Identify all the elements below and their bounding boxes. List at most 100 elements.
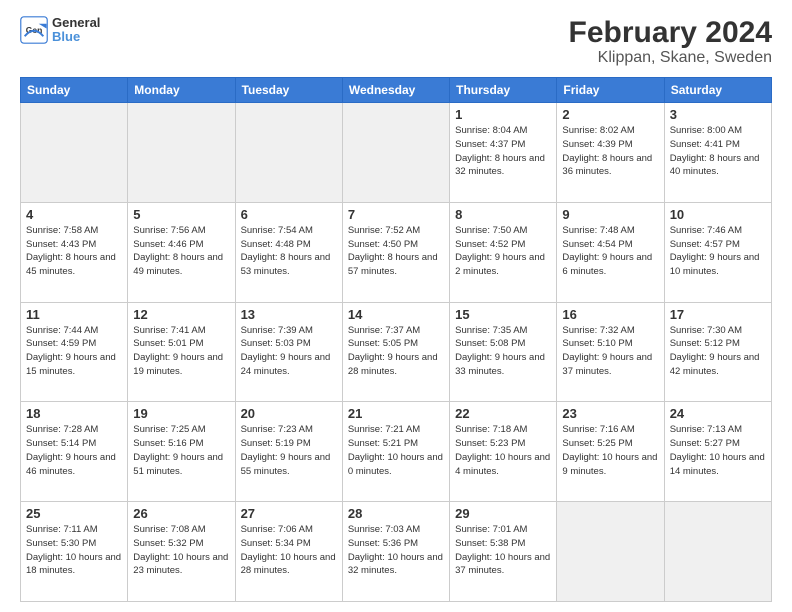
- day-info: Sunrise: 7:44 AM Sunset: 4:59 PM Dayligh…: [26, 324, 122, 379]
- week-row-3: 11 Sunrise: 7:44 AM Sunset: 4:59 PM Dayli…: [21, 302, 772, 402]
- day-number: 28: [348, 506, 444, 521]
- day-number: 22: [455, 406, 551, 421]
- day-cell: 21 Sunrise: 7:21 AM Sunset: 5:21 PM Dayli…: [342, 402, 449, 502]
- calendar-title: February 2024: [569, 16, 772, 49]
- day-cell: [664, 502, 771, 602]
- day-number: 13: [241, 307, 337, 322]
- day-cell: 26 Sunrise: 7:08 AM Sunset: 5:32 PM Dayli…: [128, 502, 235, 602]
- day-cell: 1 Sunrise: 8:04 AM Sunset: 4:37 PM Daylig…: [450, 103, 557, 203]
- day-cell: 18 Sunrise: 7:28 AM Sunset: 5:14 PM Dayli…: [21, 402, 128, 502]
- day-cell: 5 Sunrise: 7:56 AM Sunset: 4:46 PM Daylig…: [128, 202, 235, 302]
- day-cell: 27Sunrise: 7:06 AM Sunset: 5:34 PM Dayli…: [235, 502, 342, 602]
- day-cell: 25 Sunrise: 7:11 AM Sunset: 5:30 PM Dayli…: [21, 502, 128, 602]
- day-number: 14: [348, 307, 444, 322]
- day-cell: 24 Sunrise: 7:13 AM Sunset: 5:27 PM Dayli…: [664, 402, 771, 502]
- day-info: Sunrise: 7:46 AM Sunset: 4:57 PM Dayligh…: [670, 224, 766, 279]
- day-cell: 22 Sunrise: 7:18 AM Sunset: 5:23 PM Dayli…: [450, 402, 557, 502]
- day-info: Sunrise: 7:06 AM Sunset: 5:34 PM Dayligh…: [241, 523, 337, 578]
- day-cell: [342, 103, 449, 203]
- day-info: Sunrise: 7:11 AM Sunset: 5:30 PM Dayligh…: [26, 523, 122, 578]
- day-info: Sunrise: 7:18 AM Sunset: 5:23 PM Dayligh…: [455, 423, 551, 478]
- day-cell: 12Sunrise: 7:41 AM Sunset: 5:01 PM Dayli…: [128, 302, 235, 402]
- logo: Gen General Blue: [20, 16, 100, 45]
- day-info: Sunrise: 7:37 AM Sunset: 5:05 PM Dayligh…: [348, 324, 444, 379]
- page: Gen General Blue February 2024 Klippan, …: [0, 0, 792, 612]
- day-number: 1: [455, 107, 551, 122]
- col-header-monday: Monday: [128, 78, 235, 103]
- day-number: 29: [455, 506, 551, 521]
- day-number: 7: [348, 207, 444, 222]
- day-cell: 10Sunrise: 7:46 AM Sunset: 4:57 PM Dayli…: [664, 202, 771, 302]
- col-header-sunday: Sunday: [21, 78, 128, 103]
- day-number: 9: [562, 207, 658, 222]
- day-cell: 9 Sunrise: 7:48 AM Sunset: 4:54 PM Daylig…: [557, 202, 664, 302]
- day-cell: 13Sunrise: 7:39 AM Sunset: 5:03 PM Dayli…: [235, 302, 342, 402]
- day-cell: 14 Sunrise: 7:37 AM Sunset: 5:05 PM Dayli…: [342, 302, 449, 402]
- day-cell: [21, 103, 128, 203]
- title-block: February 2024 Klippan, Skane, Sweden: [569, 16, 772, 67]
- day-info: Sunrise: 7:08 AM Sunset: 5:32 PM Dayligh…: [133, 523, 229, 578]
- day-number: 21: [348, 406, 444, 421]
- day-cell: 11 Sunrise: 7:44 AM Sunset: 4:59 PM Dayli…: [21, 302, 128, 402]
- day-info: Sunrise: 7:58 AM Sunset: 4:43 PM Dayligh…: [26, 224, 122, 279]
- day-info: Sunrise: 7:48 AM Sunset: 4:54 PM Dayligh…: [562, 224, 658, 279]
- day-number: 24: [670, 406, 766, 421]
- day-info: Sunrise: 7:23 AM Sunset: 5:19 PM Dayligh…: [241, 423, 337, 478]
- day-cell: 16 Sunrise: 7:32 AM Sunset: 5:10 PM Dayli…: [557, 302, 664, 402]
- day-cell: 15 Sunrise: 7:35 AM Sunset: 5:08 PM Dayli…: [450, 302, 557, 402]
- day-cell: [557, 502, 664, 602]
- day-number: 18: [26, 406, 122, 421]
- day-info: Sunrise: 8:02 AM Sunset: 4:39 PM Dayligh…: [562, 124, 658, 179]
- day-info: Sunrise: 7:03 AM Sunset: 5:36 PM Dayligh…: [348, 523, 444, 578]
- day-info: Sunrise: 7:21 AM Sunset: 5:21 PM Dayligh…: [348, 423, 444, 478]
- day-number: 23: [562, 406, 658, 421]
- day-info: Sunrise: 7:13 AM Sunset: 5:27 PM Dayligh…: [670, 423, 766, 478]
- day-cell: 3Sunrise: 8:00 AM Sunset: 4:41 PM Daylig…: [664, 103, 771, 203]
- day-info: Sunrise: 7:28 AM Sunset: 5:14 PM Dayligh…: [26, 423, 122, 478]
- day-info: Sunrise: 8:04 AM Sunset: 4:37 PM Dayligh…: [455, 124, 551, 179]
- col-header-thursday: Thursday: [450, 78, 557, 103]
- day-info: Sunrise: 7:35 AM Sunset: 5:08 PM Dayligh…: [455, 324, 551, 379]
- day-info: Sunrise: 7:41 AM Sunset: 5:01 PM Dayligh…: [133, 324, 229, 379]
- day-number: 17: [670, 307, 766, 322]
- day-cell: 2Sunrise: 8:02 AM Sunset: 4:39 PM Daylig…: [557, 103, 664, 203]
- col-header-tuesday: Tuesday: [235, 78, 342, 103]
- day-info: Sunrise: 7:32 AM Sunset: 5:10 PM Dayligh…: [562, 324, 658, 379]
- day-number: 15: [455, 307, 551, 322]
- calendar-header-row: SundayMondayTuesdayWednesdayThursdayFrid…: [21, 78, 772, 103]
- day-number: 20: [241, 406, 337, 421]
- day-info: Sunrise: 7:16 AM Sunset: 5:25 PM Dayligh…: [562, 423, 658, 478]
- day-number: 11: [26, 307, 122, 322]
- day-cell: 8Sunrise: 7:50 AM Sunset: 4:52 PM Daylig…: [450, 202, 557, 302]
- day-cell: 29Sunrise: 7:01 AM Sunset: 5:38 PM Dayli…: [450, 502, 557, 602]
- day-info: Sunrise: 7:50 AM Sunset: 4:52 PM Dayligh…: [455, 224, 551, 279]
- day-info: Sunrise: 7:30 AM Sunset: 5:12 PM Dayligh…: [670, 324, 766, 379]
- logo-line2: Blue: [52, 30, 100, 44]
- day-cell: 7 Sunrise: 7:52 AM Sunset: 4:50 PM Daylig…: [342, 202, 449, 302]
- day-number: 16: [562, 307, 658, 322]
- day-number: 6: [241, 207, 337, 222]
- day-cell: 28 Sunrise: 7:03 AM Sunset: 5:36 PM Dayli…: [342, 502, 449, 602]
- day-number: 5: [133, 207, 229, 222]
- calendar-subtitle: Klippan, Skane, Sweden: [569, 49, 772, 67]
- day-cell: [128, 103, 235, 203]
- logo-line1: General: [52, 16, 100, 30]
- col-header-saturday: Saturday: [664, 78, 771, 103]
- day-number: 3: [670, 107, 766, 122]
- day-info: Sunrise: 7:25 AM Sunset: 5:16 PM Dayligh…: [133, 423, 229, 478]
- week-row-5: 25 Sunrise: 7:11 AM Sunset: 5:30 PM Dayli…: [21, 502, 772, 602]
- day-info: Sunrise: 7:56 AM Sunset: 4:46 PM Dayligh…: [133, 224, 229, 279]
- logo-text: General Blue: [52, 16, 100, 45]
- day-info: Sunrise: 7:54 AM Sunset: 4:48 PM Dayligh…: [241, 224, 337, 279]
- day-number: 25: [26, 506, 122, 521]
- col-header-friday: Friday: [557, 78, 664, 103]
- day-cell: 20 Sunrise: 7:23 AM Sunset: 5:19 PM Dayli…: [235, 402, 342, 502]
- calendar-table: SundayMondayTuesdayWednesdayThursdayFrid…: [20, 77, 772, 602]
- day-number: 4: [26, 207, 122, 222]
- day-number: 26: [133, 506, 229, 521]
- day-cell: 6 Sunrise: 7:54 AM Sunset: 4:48 PM Daylig…: [235, 202, 342, 302]
- day-cell: [235, 103, 342, 203]
- day-number: 19: [133, 406, 229, 421]
- day-info: Sunrise: 7:52 AM Sunset: 4:50 PM Dayligh…: [348, 224, 444, 279]
- day-cell: 19 Sunrise: 7:25 AM Sunset: 5:16 PM Dayli…: [128, 402, 235, 502]
